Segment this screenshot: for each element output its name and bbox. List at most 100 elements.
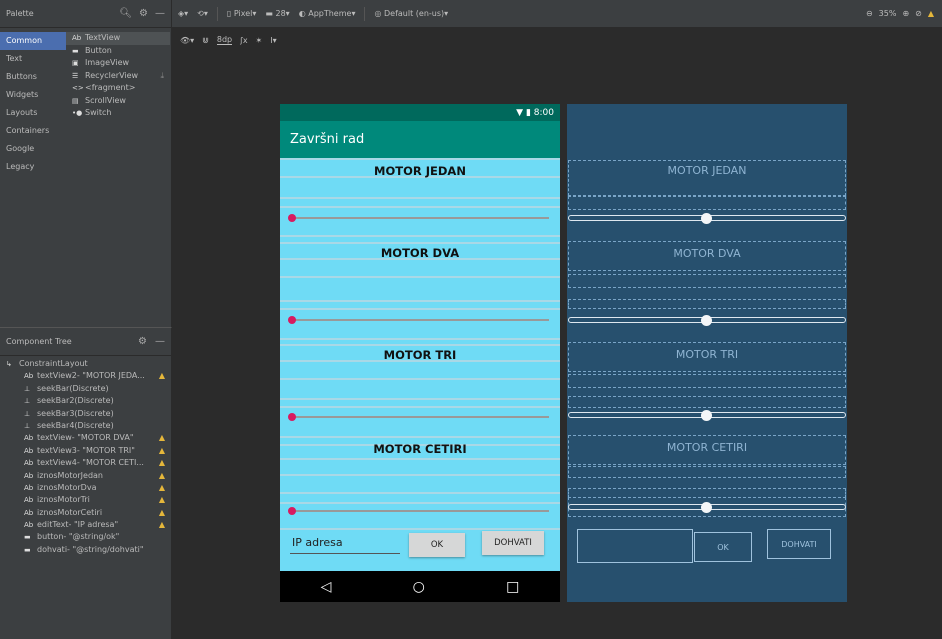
magnet-icon[interactable]: ⋓ <box>202 36 209 45</box>
ip-address-field[interactable]: IP adresa <box>290 532 400 554</box>
blueprint-motor-dva-label[interactable]: MOTOR DVA <box>567 247 847 260</box>
tree-item[interactable]: ⊥ seekBar(Discrete) <box>0 383 171 395</box>
clear-constraints-icon[interactable]: ʃx <box>240 36 247 45</box>
motor-tri-label[interactable]: MOTOR TRI <box>280 348 560 362</box>
palette-category-buttons[interactable]: Buttons <box>0 68 66 86</box>
theme-dropdown[interactable]: ◐ AppTheme▾ <box>299 9 356 18</box>
wifi-icon: ▼ <box>516 107 524 118</box>
blueprint-ok-button[interactable]: OK <box>694 532 752 562</box>
seekbar-4-thumb[interactable] <box>288 507 296 515</box>
zoom-in-icon[interactable]: ⊕ <box>902 9 909 18</box>
list-icon: ☰ <box>72 71 79 80</box>
motor-jedan-label[interactable]: MOTOR JEDAN <box>280 164 560 178</box>
tree-item[interactable]: Ab editText- "IP adresa" ▲ <box>0 519 171 531</box>
warning-icon[interactable]: ▲ <box>159 470 165 482</box>
blueprint-seekbar-4-thumb[interactable] <box>701 502 712 513</box>
warning-icon[interactable]: ▲ <box>159 445 165 457</box>
zoom-out-icon[interactable]: ⊖ <box>866 9 873 18</box>
tree-item-label: textView- "MOTOR DVA" <box>37 433 134 443</box>
dohvati-button[interactable]: DOHVATI <box>482 531 544 555</box>
seekbar-3-thumb[interactable] <box>288 413 296 421</box>
tree-item[interactable]: ▬ button- "@string/ok" <box>0 531 171 543</box>
tree-item[interactable]: ⊥ seekBar2(Discrete) <box>0 395 171 407</box>
motor-cetiri-label[interactable]: MOTOR CETIRI <box>280 442 560 456</box>
gear-icon[interactable]: ⚙ <box>139 8 148 19</box>
warning-icon[interactable]: ▲ <box>159 457 165 469</box>
textview-icon: Ab <box>24 446 34 455</box>
palette-item-fragment[interactable]: <> <fragment> <box>66 82 170 95</box>
blueprint-surface[interactable]: MOTOR JEDAN MOTOR DVA MOTOR TRI MOTOR CE… <box>567 104 847 602</box>
warning-icon[interactable]: ▲ <box>159 507 165 519</box>
default-margin[interactable]: 8dp <box>216 35 233 45</box>
palette-item-button[interactable]: ▬ Button <box>66 45 170 58</box>
seekbar-2[interactable] <box>292 319 549 321</box>
view-options-icon[interactable]: 👁︎▾ <box>180 36 194 45</box>
device-dropdown[interactable]: ▯ Pixel▾ <box>227 9 256 18</box>
search-icon[interactable]: 🔍︎ <box>119 8 132 19</box>
tree-item[interactable]: ▬ dohvati- "@string/dohvati" <box>0 544 171 556</box>
blueprint-seekbar-1-thumb[interactable] <box>701 213 712 224</box>
minimize-icon[interactable]: — <box>155 8 165 19</box>
seekbar-4[interactable] <box>292 510 549 512</box>
palette-item-recyclerview[interactable]: ☰ RecyclerView ⤓ <box>66 70 170 83</box>
palette-item-switch[interactable]: •● Switch <box>66 107 170 120</box>
blueprint-dohvati-button[interactable]: DOHVATI <box>767 529 831 559</box>
tree-item[interactable]: ⊥ seekBar4(Discrete) <box>0 420 171 432</box>
gear-icon[interactable]: ⚙ <box>138 336 147 347</box>
warning-icon[interactable]: ▲ <box>159 370 165 382</box>
seekbar-2-thumb[interactable] <box>288 316 296 324</box>
design-surface-icon[interactable]: ◈▾ <box>178 9 188 18</box>
locale-dropdown[interactable]: ◎ Default (en-us)▾ <box>374 9 448 18</box>
seekbar-1-thumb[interactable] <box>288 214 296 222</box>
blueprint-seekbar-3-thumb[interactable] <box>701 410 712 421</box>
palette-item-textview[interactable]: Ab TextView <box>66 32 170 45</box>
orientation-icon[interactable]: ⟲▾ <box>197 9 208 18</box>
tree-item[interactable]: Ab iznosMotorDva ▲ <box>0 482 171 494</box>
blueprint-ip-field[interactable] <box>577 529 693 563</box>
palette-category-google[interactable]: Google <box>0 140 66 158</box>
tree-item[interactable]: ⊥ seekBar3(Discrete) <box>0 408 171 420</box>
palette-item-imageview[interactable]: ▣ ImageView <box>66 57 170 70</box>
tree-item[interactable]: Ab iznosMotorJedan ▲ <box>0 470 171 482</box>
blueprint-seekbar-2-thumb[interactable] <box>701 315 712 326</box>
palette-category-layouts[interactable]: Layouts <box>0 104 66 122</box>
infer-constraints-icon[interactable]: ✶ <box>256 36 263 45</box>
tree-item[interactable]: Ab textView2- "MOTOR JEDA... ▲ <box>0 370 171 382</box>
warning-icon[interactable]: ▲ <box>159 432 165 444</box>
seekbar-1[interactable] <box>292 217 549 219</box>
motor-dva-label[interactable]: MOTOR DVA <box>280 246 560 260</box>
palette-category-common[interactable]: Common <box>0 32 66 50</box>
blueprint-motor-tri-label[interactable]: MOTOR TRI <box>567 348 847 361</box>
tree-item[interactable]: Ab iznosMotorCetiri ▲ <box>0 507 171 519</box>
recents-icon[interactable]: □ <box>506 579 519 595</box>
tree-item-root[interactable]: ↳ ConstraintLayout <box>0 358 171 370</box>
guidelines-icon[interactable]: I▾ <box>270 36 276 45</box>
phone-design-surface[interactable]: ▼ ▮ 8:00 Završni rad MOTOR JEDAN MOTOR D… <box>280 104 560 602</box>
download-icon[interactable]: ⤓ <box>160 70 164 83</box>
palette-category-legacy[interactable]: Legacy <box>0 158 66 176</box>
blueprint-motor-cetiri-label[interactable]: MOTOR CETIRI <box>567 441 847 454</box>
home-icon[interactable]: ○ <box>413 579 425 595</box>
tree-item[interactable]: Ab textView3- "MOTOR TRI" ▲ <box>0 445 171 457</box>
zoom-fit-icon[interactable]: ⊘ <box>915 9 922 18</box>
blueprint-motor-jedan-label[interactable]: MOTOR JEDAN <box>567 164 847 177</box>
api-dropdown[interactable]: ▬ 28▾ <box>265 9 289 18</box>
warning-icon[interactable]: ▲ <box>159 519 165 531</box>
ok-button[interactable]: OK <box>409 533 465 557</box>
palette-item-scrollview[interactable]: ▤ ScrollView <box>66 95 170 108</box>
palette-category-widgets[interactable]: Widgets <box>0 86 66 104</box>
palette-category-text[interactable]: Text <box>0 50 66 68</box>
warning-icon[interactable]: ▲ <box>159 482 165 494</box>
back-icon[interactable]: ◁ <box>321 579 332 595</box>
tree-item[interactable]: Ab textView4- "MOTOR CETI... ▲ <box>0 457 171 469</box>
seekbar-3[interactable] <box>292 416 549 418</box>
palette-category-containers[interactable]: Containers <box>0 122 66 140</box>
tree-item[interactable]: Ab iznosMotorTri ▲ <box>0 494 171 506</box>
tree-item[interactable]: Ab textView- "MOTOR DVA" ▲ <box>0 432 171 444</box>
layout-toolbar: 👁︎▾ ⋓ 8dp ʃx ✶ I▾ <box>172 28 942 52</box>
tree-children: Ab textView2- "MOTOR JEDA... ▲ ⊥ seekBar(Dis… <box>0 370 171 556</box>
warning-icon[interactable]: ▲ <box>928 9 934 18</box>
blueprint-outline <box>568 396 846 408</box>
warning-icon[interactable]: ▲ <box>159 494 165 506</box>
minimize-icon[interactable]: — <box>155 336 165 347</box>
